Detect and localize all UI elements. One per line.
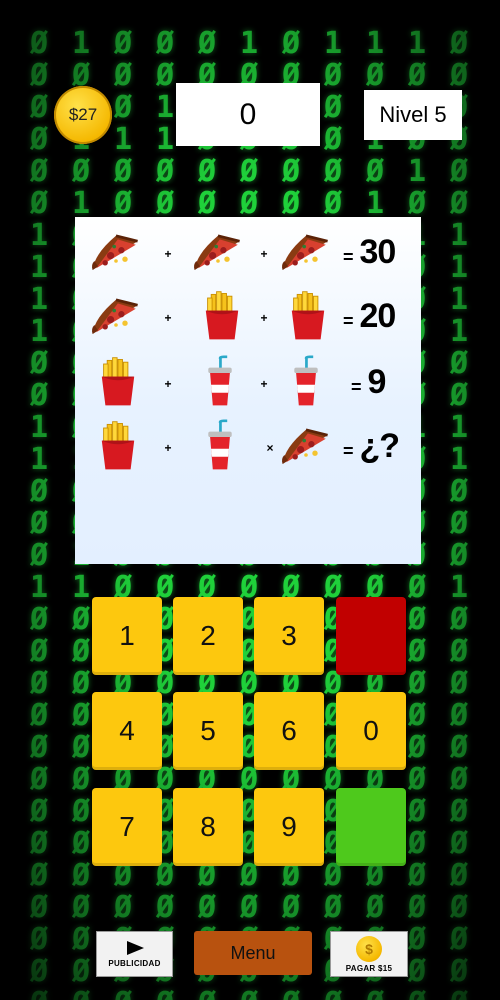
pay-button-label: PAGAR $15 — [345, 963, 393, 973]
fries-icon — [205, 291, 239, 340]
pizza-icon — [282, 234, 328, 270]
key-7[interactable]: 7 — [92, 788, 162, 866]
operator: + — [164, 311, 172, 325]
operator: + — [164, 247, 172, 261]
row-result: = 20 — [343, 297, 396, 335]
key-5[interactable]: 5 — [173, 692, 243, 770]
operator: + — [260, 377, 268, 391]
play-icon — [126, 941, 144, 955]
pizza-icon — [282, 428, 328, 464]
pizza-icon — [92, 234, 138, 270]
soda-icon — [208, 419, 232, 470]
left-frame — [0, 0, 14, 1000]
submit-button[interactable] — [336, 788, 406, 866]
key-9[interactable]: 9 — [254, 788, 324, 866]
soda-icon — [208, 355, 232, 406]
puzzle-card: + + = 30 + + = 20 + + = 9 + × = ¿? — [75, 217, 421, 564]
fries-icon — [291, 291, 325, 340]
puzzle-row-2: + + = 20 — [75, 289, 421, 349]
fries-icon — [101, 357, 135, 406]
pizza-icon — [194, 234, 240, 270]
operator: × — [266, 441, 274, 455]
operator: + — [260, 311, 268, 325]
key-2[interactable]: 2 — [173, 597, 243, 675]
operator: + — [164, 377, 172, 391]
row-result: = 9 — [351, 363, 386, 401]
operator: + — [260, 247, 268, 261]
pizza-icon — [92, 298, 138, 334]
key-4[interactable]: 4 — [92, 692, 162, 770]
ad-button-label: PUBLICIDAD — [108, 959, 161, 968]
level-indicator: Nivel 5 — [364, 90, 462, 140]
coin-balance-badge: $27 — [54, 86, 112, 144]
key-3[interactable]: 3 — [254, 597, 324, 675]
pay-hint-button[interactable]: $ PAGAR $15 — [330, 931, 408, 977]
puzzle-row-3: + + = 9 — [75, 355, 421, 415]
fries-icon — [101, 421, 135, 470]
delete-button[interactable] — [336, 597, 406, 675]
right-frame — [486, 0, 500, 1000]
coin-icon: $ — [356, 935, 382, 962]
puzzle-row-4: + × = ¿? — [75, 419, 421, 479]
operator: + — [164, 441, 172, 455]
soda-icon — [294, 355, 318, 406]
row-result: = ¿? — [343, 427, 400, 465]
row-result: = 30 — [343, 233, 396, 271]
watch-ad-button[interactable]: PUBLICIDAD — [96, 931, 173, 977]
score-display: 0 — [176, 83, 320, 146]
menu-button[interactable]: Menu — [194, 931, 312, 975]
key-8[interactable]: 8 — [173, 788, 243, 866]
key-6[interactable]: 6 — [254, 692, 324, 770]
key-0[interactable]: 0 — [336, 692, 406, 770]
key-1[interactable]: 1 — [92, 597, 162, 675]
puzzle-row-1: + + = 30 — [75, 225, 421, 285]
